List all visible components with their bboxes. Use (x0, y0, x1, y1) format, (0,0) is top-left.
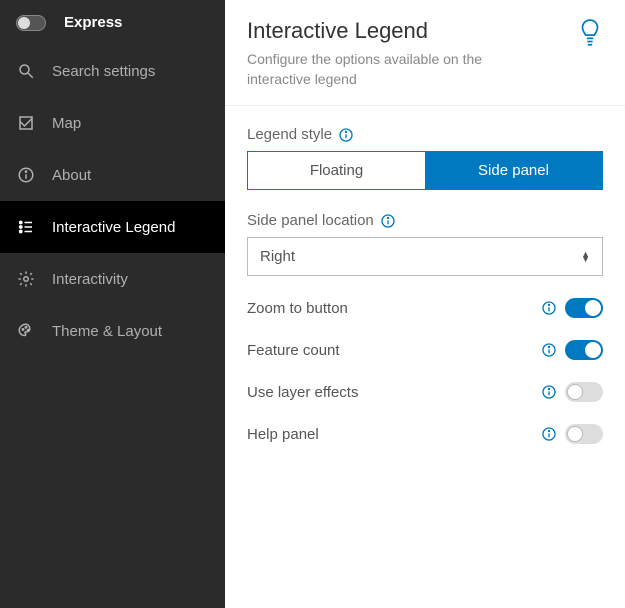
side-panel-location-field: Side panel location Right ▲▼ (247, 212, 603, 276)
use-layer-effects-toggle[interactable] (565, 382, 603, 402)
page-subtitle: Configure the options available on the i… (247, 50, 527, 89)
map-icon (16, 113, 36, 133)
info-icon (16, 165, 36, 185)
lightbulb-icon[interactable] (577, 18, 603, 53)
info-icon[interactable] (380, 213, 396, 229)
info-icon[interactable] (338, 127, 354, 143)
legend-style-field: Legend style Floating Side panel (247, 126, 603, 190)
sidebar: Express Search settings Map About Intera… (0, 0, 225, 608)
legend-style-label: Legend style (247, 126, 332, 143)
gear-icon (16, 269, 36, 289)
legend-icon (16, 217, 36, 237)
toggle-row-help-panel: Help panel (247, 424, 603, 444)
toggle-label: Use layer effects (247, 384, 358, 401)
express-label: Express (64, 14, 122, 31)
sidebar-item-about[interactable]: About (0, 149, 225, 201)
help-panel-toggle[interactable] (565, 424, 603, 444)
info-icon[interactable] (541, 426, 557, 442)
info-icon[interactable] (541, 384, 557, 400)
toggle-row-zoom-to-button: Zoom to button (247, 298, 603, 318)
chevron-updown-icon: ▲▼ (581, 252, 590, 262)
zoom-to-button-toggle[interactable] (565, 298, 603, 318)
side-panel-location-select[interactable]: Right ▲▼ (247, 237, 603, 276)
palette-icon (16, 321, 36, 341)
toggle-row-use-layer-effects: Use layer effects (247, 382, 603, 402)
sidebar-item-label: Search settings (52, 63, 155, 80)
sidebar-item-label: Interactive Legend (52, 219, 175, 236)
sidebar-item-label: About (52, 167, 91, 184)
select-value: Right (260, 248, 295, 265)
express-toggle[interactable] (16, 15, 46, 31)
toggle-label: Feature count (247, 342, 340, 359)
feature-count-toggle[interactable] (565, 340, 603, 360)
sidebar-item-label: Map (52, 115, 81, 132)
toggle-label: Help panel (247, 426, 319, 443)
sidebar-item-interactive-legend[interactable]: Interactive Legend (0, 201, 225, 253)
main-panel: Interactive Legend Configure the options… (225, 0, 625, 608)
sidebar-item-theme-layout[interactable]: Theme & Layout (0, 305, 225, 357)
sidebar-item-search-settings[interactable]: Search settings (0, 45, 225, 97)
page-title: Interactive Legend (247, 18, 527, 44)
legend-style-option-floating[interactable]: Floating (248, 152, 425, 189)
toggle-row-feature-count: Feature count (247, 340, 603, 360)
side-panel-location-label: Side panel location (247, 212, 374, 229)
legend-style-segmented: Floating Side panel (247, 151, 603, 190)
sidebar-item-interactivity[interactable]: Interactivity (0, 253, 225, 305)
sidebar-item-label: Theme & Layout (52, 323, 162, 340)
toggle-label: Zoom to button (247, 300, 348, 317)
panel-header: Interactive Legend Configure the options… (225, 0, 625, 106)
sidebar-item-label: Interactivity (52, 271, 128, 288)
info-icon[interactable] (541, 342, 557, 358)
express-row: Express (0, 0, 225, 45)
info-icon[interactable] (541, 300, 557, 316)
search-icon (16, 61, 36, 81)
sidebar-item-map[interactable]: Map (0, 97, 225, 149)
legend-style-option-side-panel[interactable]: Side panel (425, 152, 602, 189)
settings-panel: Legend style Floating Side panel Side pa… (225, 106, 625, 464)
